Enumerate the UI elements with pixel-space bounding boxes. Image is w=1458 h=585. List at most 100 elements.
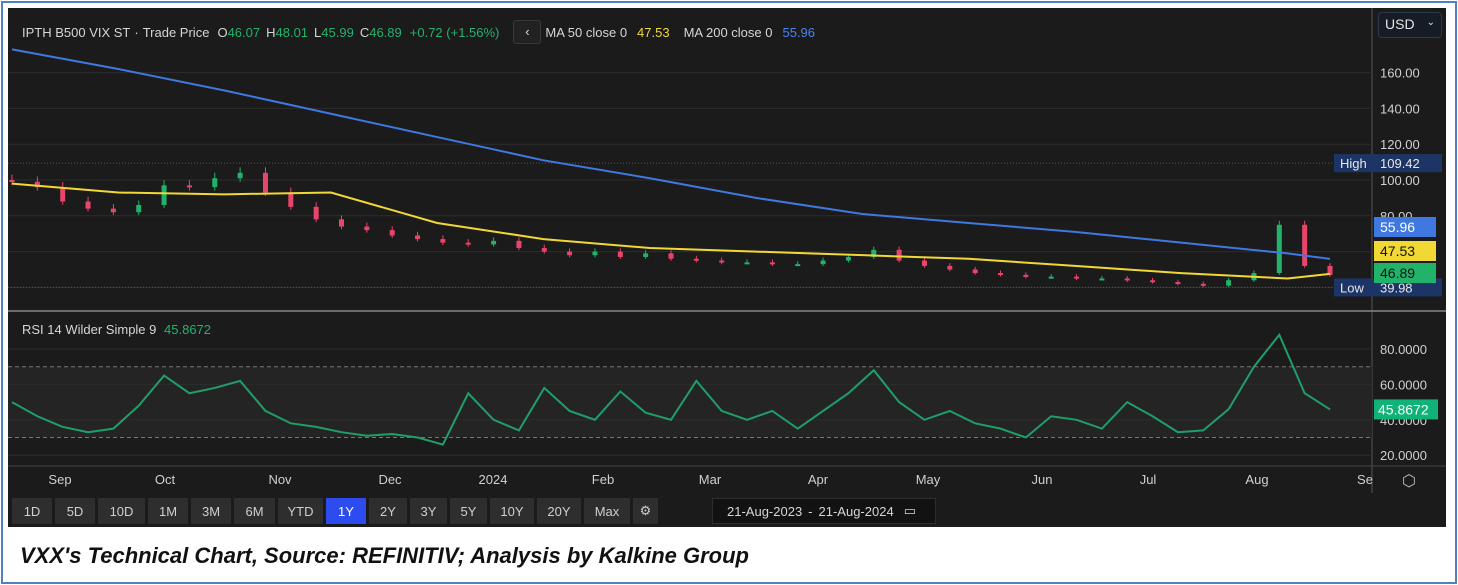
time-tick-label: Se <box>1357 472 1373 487</box>
high-value: 48.01 <box>275 24 309 40</box>
legend-header: IPTH B500 VIX ST · Trade Price O 46.07 H4… <box>22 20 819 44</box>
candle-body <box>440 239 446 243</box>
candle-body <box>744 262 750 265</box>
candle-body <box>262 172 268 193</box>
period-button-10d[interactable]: 10D <box>98 498 145 524</box>
period-button-ytd[interactable]: YTD <box>278 498 323 524</box>
separator: · <box>134 24 139 40</box>
price-tick-label: 140.00 <box>1380 101 1420 116</box>
time-tick-label: Oct <box>155 472 176 487</box>
candle-body <box>947 265 953 270</box>
time-tick-label: Jul <box>1140 472 1157 487</box>
high-label: High <box>1340 156 1367 171</box>
caption: VXX's Technical Chart, Source: REFINITIV… <box>20 543 749 568</box>
candle-body <box>998 273 1003 276</box>
candle-body <box>9 180 15 183</box>
price-tick-label: 120.00 <box>1380 137 1420 152</box>
high-value: 109.42 <box>1380 156 1420 171</box>
candle-body <box>719 260 725 263</box>
time-tick-label: Aug <box>1245 472 1268 487</box>
candle-body <box>845 256 851 261</box>
rsi-label: RSI 14 Wilder Simple 9 <box>22 322 157 337</box>
candle-body <box>212 178 218 188</box>
last-label: 46.89 <box>1380 265 1415 281</box>
change-value: +0.72 (+1.56%) <box>409 24 500 40</box>
candle-body <box>1226 280 1232 286</box>
chevron-left-icon[interactable]: ‹ <box>513 20 542 44</box>
currency-value: USD <box>1385 16 1415 32</box>
candle-body <box>769 262 775 265</box>
candle-body <box>668 253 674 259</box>
candle-body <box>339 219 344 227</box>
rsi-tick-label: 60.0000 <box>1380 377 1427 392</box>
ma50-line <box>11 182 1331 280</box>
candle-body <box>1302 224 1308 266</box>
period-button-max[interactable]: Max <box>584 498 630 524</box>
time-tick-label: May <box>916 472 941 487</box>
candle-body <box>1150 280 1156 283</box>
chart-canvas[interactable]: 160.00140.00120.00100.0080.00High 109.42L… <box>8 8 1446 493</box>
low-value: 45.99 <box>321 24 354 40</box>
ma50-value: 47.53 <box>637 24 670 40</box>
candle-body <box>136 205 142 213</box>
period-button-1m[interactable]: 1M <box>148 498 188 524</box>
date-to: 21-Aug-2024 <box>818 503 894 519</box>
calendar-icon[interactable]: ▭ <box>904 503 916 519</box>
ma200-label: MA 200 close 0 <box>683 24 773 40</box>
ma200-line <box>11 48 1331 260</box>
time-tick-label: 2024 <box>479 472 508 487</box>
open-value: 46.07 <box>227 24 261 40</box>
chart-panel: 160.00 140.00 120.00 100.00 80.00 High 109.42 L… <box>8 8 1446 527</box>
ma200-value: 55.96 <box>782 24 816 40</box>
candle-body <box>541 248 547 252</box>
gear-icon[interactable]: ⚙ <box>633 498 658 524</box>
candle-body <box>516 240 522 249</box>
candle-body <box>1023 274 1029 277</box>
currency-select[interactable]: USD ⌄ <box>1378 12 1442 38</box>
candle-body <box>896 249 902 261</box>
high-label: H <box>266 24 276 40</box>
open-label: O <box>217 24 228 40</box>
period-button-1d[interactable]: 1D <box>12 498 52 524</box>
period-button-10y[interactable]: 10Y <box>490 498 534 524</box>
period-button-5y[interactable]: 5Y <box>450 498 487 524</box>
candle-body <box>313 206 319 220</box>
candle-body <box>820 260 826 265</box>
close-label: C <box>359 24 370 40</box>
candle-body <box>465 242 471 245</box>
last-label: 55.96 <box>1380 219 1415 235</box>
candle-body <box>592 251 598 256</box>
symbol-name: IPTH B500 VIX ST <box>22 24 131 40</box>
price-tick-label: 160.00 <box>1380 66 1420 81</box>
candle-body <box>288 192 294 207</box>
candle-body <box>237 172 243 179</box>
candle-body <box>1048 276 1054 279</box>
candle-body <box>1276 224 1282 274</box>
period-button-6m[interactable]: 6M <box>234 498 275 524</box>
time-tick-label: Jun <box>1032 472 1053 487</box>
candle-body <box>1124 278 1130 281</box>
period-button-2y[interactable]: 2Y <box>369 498 407 524</box>
time-tick-label: Sep <box>48 472 71 487</box>
period-button-20y[interactable]: 20Y <box>537 498 581 524</box>
period-button-3y[interactable]: 3Y <box>410 498 447 524</box>
candle-body <box>186 185 192 188</box>
candle-body <box>567 251 573 256</box>
period-button-1y[interactable]: 1Y <box>326 498 366 524</box>
ma50-label: MA 50 close 0 <box>545 24 628 40</box>
candle-body <box>617 251 623 257</box>
period-button-5d[interactable]: 5D <box>55 498 95 524</box>
period-button-3m[interactable]: 3M <box>191 498 231 524</box>
candle-body <box>110 208 116 213</box>
time-tick-label: Apr <box>808 472 829 487</box>
axis-settings-icon[interactable]: ⬡ <box>1402 471 1416 491</box>
chevron-down-icon: ⌄ <box>1426 17 1435 28</box>
candle-body <box>415 235 421 240</box>
candle-body <box>364 226 370 231</box>
date-from: 21-Aug-2023 <box>727 503 803 519</box>
candle-body <box>693 258 699 261</box>
candle-body <box>161 185 167 206</box>
candle-body <box>1175 282 1181 285</box>
rsi-band <box>8 366 1372 438</box>
date-range-picker[interactable]: 21-Aug-2023 - 21-Aug-2024 ▭ <box>712 498 936 524</box>
